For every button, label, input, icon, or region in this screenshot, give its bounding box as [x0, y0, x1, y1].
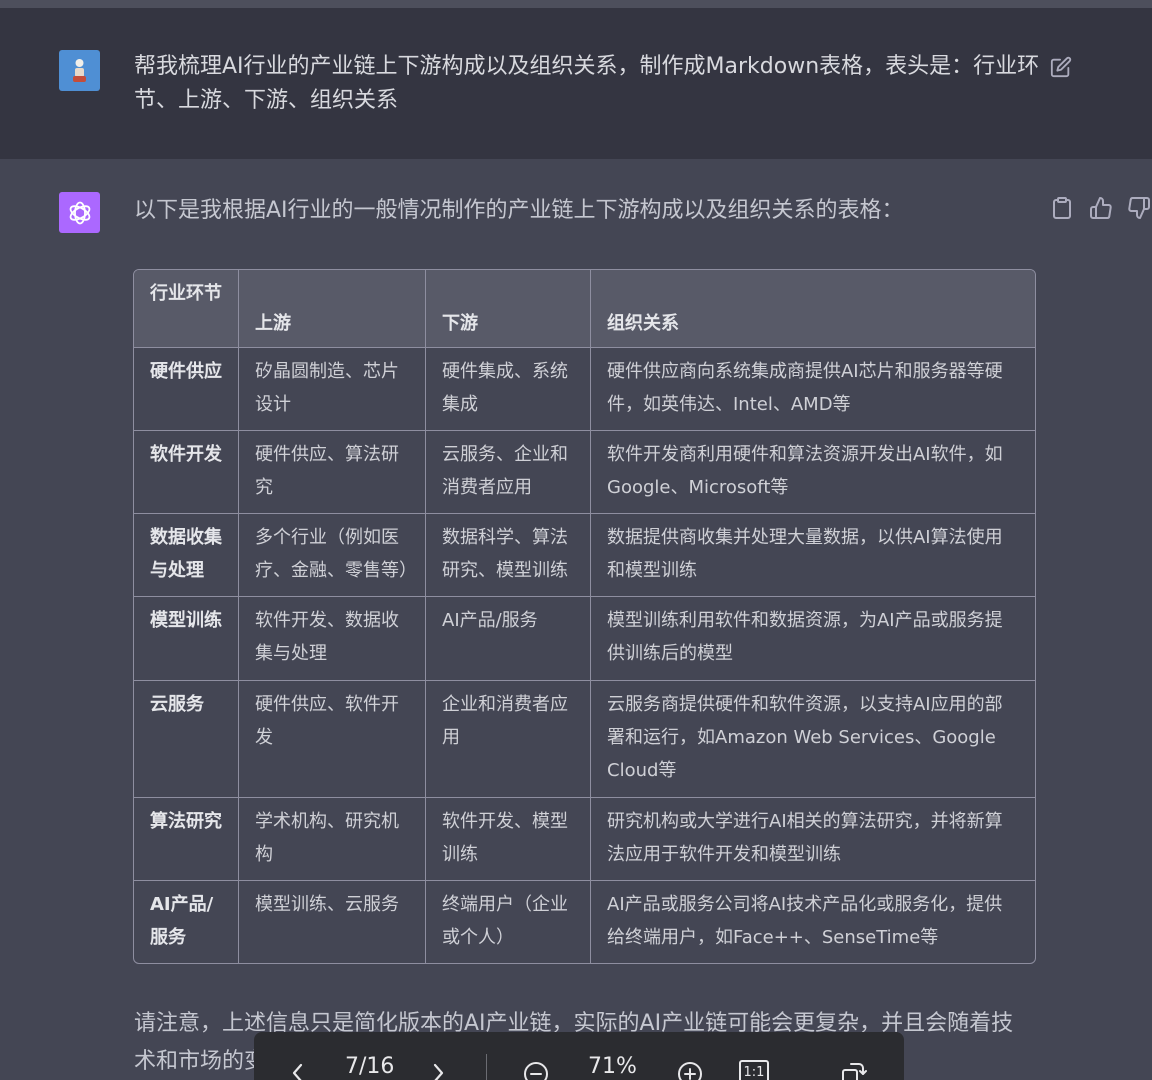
- table-cell: AI产品/服务: [134, 880, 239, 963]
- thumbs-down-icon[interactable]: [1127, 196, 1151, 220]
- table-cell: 矽晶圆制造、芯片设计: [239, 348, 426, 432]
- table-cell: 企业和消费者应用: [426, 680, 591, 798]
- pdf-viewer-toolbar: 7/16 71% 1:1: [254, 1032, 904, 1080]
- top-strip: [0, 0, 1152, 8]
- table-cell: 软件开发、数据收集与处理: [239, 597, 426, 681]
- user-avatar-icon: [73, 59, 86, 82]
- table-cell: 终端用户（企业或个人）: [426, 880, 591, 963]
- table-cell: 硬件供应商向系统集成商提供AI芯片和服务器等硬件，如英伟达、Intel、AMD等: [591, 348, 1035, 432]
- zoom-out-icon[interactable]: [522, 1060, 550, 1080]
- table-cell: 多个行业（例如医疗、金融、零售等）: [239, 514, 426, 598]
- assistant-intro: 以下是我根据AI行业的一般情况制作的产业链上下游构成以及组织关系的表格：: [134, 198, 904, 223]
- table-row: 云服务 硬件供应、软件开发 企业和消费者应用 云服务商提供硬件和软件资源，以支持…: [134, 680, 1035, 798]
- table-cell: 算法研究: [134, 797, 239, 881]
- table-cell: 云服务、企业和消费者应用: [426, 431, 591, 515]
- table-cell: 数据科学、算法研究、模型训练: [426, 514, 591, 598]
- table-cell: 数据提供商收集并处理大量数据，以供AI算法使用和模型训练: [591, 514, 1035, 598]
- table-cell: 模型训练利用软件和数据资源，为AI产品或服务提供训练后的模型: [591, 597, 1035, 681]
- table-cell: 云服务商提供硬件和软件资源，以支持AI应用的部署和运行，如Amazon Web …: [591, 681, 1035, 798]
- page-indicator[interactable]: 7/16: [345, 1052, 394, 1080]
- table-row: 软件开发 硬件供应、算法研究 云服务、企业和消费者应用 软件开发商利用硬件和算法…: [134, 431, 1035, 515]
- table-cell: AI产品/服务: [426, 597, 591, 681]
- copy-icon[interactable]: [1050, 196, 1074, 220]
- table-cell: 硬件供应、算法研究: [239, 431, 426, 515]
- user-message-text: 帮我梳理AI行业的产业链上下游构成以及组织关系，制作成Markdown表格，表头…: [134, 54, 1040, 113]
- table-row: 数据收集与处理 多个行业（例如医疗、金融、零售等） 数据科学、算法研究、模型训练…: [134, 514, 1035, 598]
- zoom-in-icon[interactable]: [676, 1060, 704, 1080]
- table-cell: 硬件供应: [134, 348, 239, 432]
- header-cell: 行业环节: [134, 270, 239, 348]
- table-row: 模型训练 软件开发、数据收集与处理 AI产品/服务 模型训练利用软件和数据资源，…: [134, 597, 1035, 681]
- table-row: 硬件供应 矽晶圆制造、芯片设计 硬件集成、系统集成 硬件供应商向系统集成商提供A…: [134, 348, 1035, 432]
- user-avatar: [59, 50, 100, 91]
- table-cell: 软件开发商利用硬件和算法资源开发出AI软件，如Google、Microsoft等: [591, 431, 1035, 515]
- industry-chain-table: 行业环节 上游 下游 组织关系 硬件供应 矽晶圆制造、芯片设计 硬件集成、系统集…: [133, 269, 1036, 964]
- header-cell: 下游: [426, 270, 591, 348]
- table-cell: 模型训练、云服务: [239, 880, 426, 963]
- table-cell: 硬件供应、软件开发: [239, 680, 426, 798]
- table-cell: 软件开发: [134, 431, 239, 515]
- zoom-level: 71%: [588, 1054, 637, 1079]
- table-row: 算法研究 学术机构、研究机构 软件开发、模型训练 研究机构或大学进行AI相关的算…: [134, 797, 1035, 881]
- table-header-row: 行业环节 上游 下游 组织关系: [134, 270, 1035, 348]
- next-page-icon[interactable]: [430, 1062, 446, 1080]
- previous-page-icon[interactable]: [290, 1062, 306, 1080]
- fit-actual-size-button[interactable]: 1:1: [739, 1060, 769, 1080]
- user-message: 帮我梳理AI行业的产业链上下游构成以及组织关系，制作成Markdown表格，表头…: [0, 8, 1152, 159]
- edit-icon[interactable]: [1050, 56, 1072, 78]
- header-cell: 上游: [239, 270, 426, 348]
- rotate-icon[interactable]: [839, 1060, 867, 1080]
- table-cell: 学术机构、研究机构: [239, 797, 426, 881]
- assistant-avatar: [59, 192, 100, 233]
- thumbs-up-icon[interactable]: [1089, 196, 1113, 220]
- toolbar-divider: [486, 1054, 487, 1080]
- table-cell: 云服务: [134, 680, 239, 798]
- table-cell: 研究机构或大学进行AI相关的算法研究，并将新算法应用于软件开发和模型训练: [591, 798, 1035, 881]
- table-cell: 硬件集成、系统集成: [426, 348, 591, 432]
- table-row: AI产品/服务 模型训练、云服务 终端用户（企业或个人） AI产品或服务公司将A…: [134, 880, 1035, 963]
- table-cell: AI产品或服务公司将AI技术产品化或服务化，提供给终端用户，如Face++、Se…: [607, 893, 1003, 948]
- table-cell: 数据收集与处理: [134, 514, 239, 598]
- table-cell: 模型训练: [134, 597, 239, 681]
- header-cell: 组织关系: [591, 270, 1035, 348]
- openai-logo-icon: [69, 201, 90, 224]
- table-cell: 软件开发、模型训练: [426, 797, 591, 881]
